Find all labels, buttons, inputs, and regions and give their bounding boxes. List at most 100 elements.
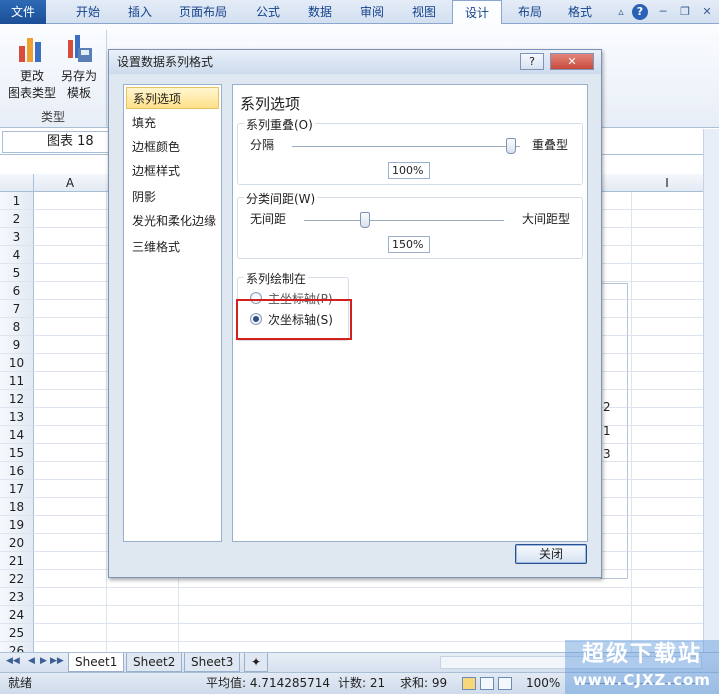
secondary-axis-highlight [236,299,352,340]
zoom-level[interactable]: 100% [526,673,560,694]
overlap-slider-track[interactable] [292,146,520,147]
ribbon-tab-bar: 文件 开始 插入 页面布局 公式 数据 审阅 视图 设计 布局 格式 ▵ ? ─… [0,0,719,25]
last-sheet-icon[interactable]: ▶▶ [50,656,64,666]
row-header[interactable]: 22 [0,570,34,588]
save-template-line1: 另存为 [60,69,97,83]
row-header[interactable]: 3 [0,228,34,246]
overlap-slider-thumb[interactable] [506,138,516,154]
name-box[interactable]: 图表 18 [2,131,110,153]
tab-format[interactable]: 格式 [558,0,602,24]
first-sheet-icon[interactable]: ◀◀ [6,656,20,666]
site-watermark: 超级下载站 www.CJXZ.com [565,640,719,694]
tab-file[interactable]: 文件 [0,0,46,24]
row-header[interactable]: 20 [0,534,34,552]
dialog-help-button[interactable]: ? [520,53,544,70]
sheet-tab-2[interactable]: Sheet2 [126,653,183,672]
save-as-template-button[interactable]: 另存为 模板 [56,32,102,101]
row-header[interactable]: 21 [0,552,34,570]
tab-page-layout[interactable]: 页面布局 [170,0,236,24]
row-header[interactable]: 16 [0,462,34,480]
tab-insert[interactable]: 插入 [118,0,162,24]
nav-series-options[interactable]: 系列选项 [126,87,219,109]
change-type-line2: 图表类型 [7,86,56,100]
row-header[interactable]: 7 [0,300,34,318]
row-header[interactable]: 17 [0,480,34,498]
row-header[interactable]: 13 [0,408,34,426]
row-header[interactable]: 2 [0,210,34,228]
tab-view[interactable]: 视图 [402,0,446,24]
page-layout-view-icon[interactable] [480,677,494,690]
column-header-a[interactable]: A [34,174,106,192]
normal-view-icon[interactable] [462,677,476,690]
save-template-icon [68,35,92,62]
status-count: 计数: 21 [338,676,386,690]
nav-shadow[interactable]: 阴影 [126,186,219,208]
row-header[interactable]: 19 [0,516,34,534]
row-header[interactable]: 25 [0,624,34,642]
content-title: 系列选项 [240,95,301,113]
row-header[interactable]: 23 [0,588,34,606]
row-header[interactable]: 12 [0,390,34,408]
row-header[interactable]: 24 [0,606,34,624]
row-header[interactable]: 10 [0,354,34,372]
next-sheet-icon[interactable]: ▶ [40,656,47,666]
overlap-group: 系列重叠(O) 分隔 重叠型 100% [237,116,583,185]
close-icon[interactable]: ✕ [699,4,715,20]
change-chart-type-button[interactable]: 更改 图表类型 [6,32,58,101]
group-label-type: 类型 [40,110,65,124]
grid-row-line [34,587,703,588]
row-header[interactable]: 9 [0,336,34,354]
watermark-line2: www.CJXZ.com [573,671,711,689]
row-header[interactable]: 1 [0,192,34,210]
vertical-scrollbar[interactable] [703,129,719,652]
dialog-close-icon[interactable]: ✕ [550,53,594,70]
gap-legend: 分类间距(W) [244,190,318,207]
chevron-up-icon[interactable]: ▵ [613,4,629,20]
nav-fill[interactable]: 填充 [126,112,219,134]
restore-icon[interactable]: ❐ [677,4,693,20]
grid-row-line [34,605,703,606]
overlap-left-label: 分隔 [250,138,275,152]
row-header[interactable]: 14 [0,426,34,444]
select-all-corner[interactable] [0,174,34,192]
insert-sheet-icon[interactable]: ✦ [244,653,268,672]
tab-formulas[interactable]: 公式 [246,0,290,24]
gap-left-label: 无间距 [250,212,287,226]
overlap-right-label: 重叠型 [532,138,569,152]
nav-3d-format[interactable]: 三维格式 [126,236,219,258]
grid-row-line [34,623,703,624]
nav-border-color[interactable]: 边框颜色 [126,136,219,158]
tab-home[interactable]: 开始 [62,0,114,24]
minimize-icon[interactable]: ─ [655,4,671,20]
status-sum: 求和: 99 [400,676,448,690]
nav-border-style[interactable]: 边框样式 [126,160,219,182]
sheet-tab-1[interactable]: Sheet1 [68,653,125,672]
overlap-legend: 系列重叠(O) [244,116,315,133]
row-header[interactable]: 8 [0,318,34,336]
row-header[interactable]: 18 [0,498,34,516]
gap-slider-thumb[interactable] [360,212,370,228]
row-header[interactable]: 11 [0,372,34,390]
row-header[interactable]: 6 [0,282,34,300]
chart-type-icon [19,38,41,62]
overlap-value-input[interactable]: 100% [388,162,430,179]
column-header-i[interactable]: I [631,174,703,192]
row-header[interactable]: 4 [0,246,34,264]
close-button[interactable]: 关闭 [515,544,587,564]
sheet-tab-3[interactable]: Sheet3 [184,653,241,672]
status-mode: 就绪 [8,676,33,690]
chart-legend-number: 3 [603,447,611,461]
tab-layout[interactable]: 布局 [508,0,552,24]
gap-value-input[interactable]: 150% [388,236,430,253]
prev-sheet-icon[interactable]: ◀ [28,656,35,666]
page-break-view-icon[interactable] [498,677,512,690]
group-separator [106,30,107,126]
gap-slider-track[interactable] [304,220,504,221]
help-icon[interactable]: ? [632,4,648,20]
row-header[interactable]: 5 [0,264,34,282]
tab-design[interactable]: 设计 [452,0,502,25]
tab-data[interactable]: 数据 [298,0,342,24]
tab-review[interactable]: 审阅 [350,0,394,24]
row-header[interactable]: 15 [0,444,34,462]
nav-glow-soft-edges[interactable]: 发光和柔化边缘 [126,210,219,232]
